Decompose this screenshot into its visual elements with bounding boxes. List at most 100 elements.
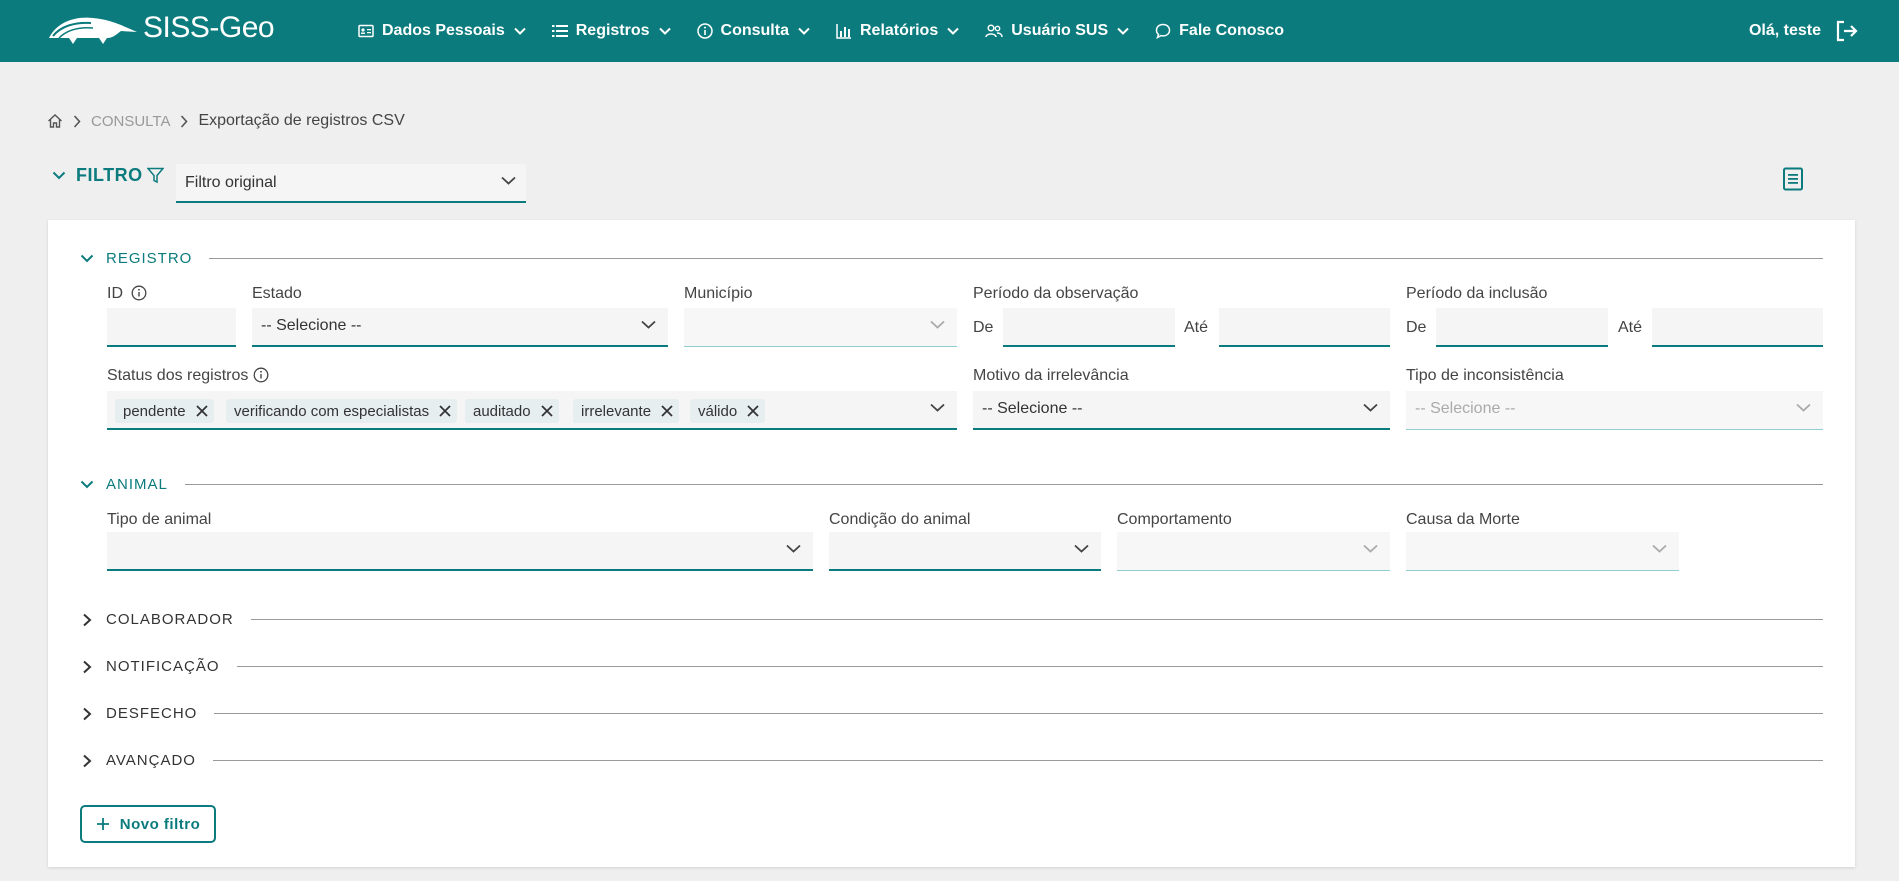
close-icon[interactable] [747, 405, 759, 417]
municipio-label: Município [684, 285, 753, 302]
chip-label: válido [698, 402, 738, 420]
brand-logo[interactable]: SISS-Geo [47, 10, 275, 46]
nav-fale-conosco[interactable]: Fale Conosco [1155, 22, 1284, 40]
tipo-inconsistencia-select[interactable]: -- Selecione -- [1406, 391, 1823, 430]
chevron-right-icon [83, 613, 92, 626]
user-greeting: Olá, teste [1748, 22, 1821, 39]
saved-filter-select[interactable]: Filtro original [176, 164, 526, 203]
logout-icon[interactable] [1835, 20, 1859, 42]
chevron-down-icon [1117, 27, 1129, 35]
filter-title: FILTRO [76, 165, 143, 185]
chevron-down-icon [786, 544, 801, 553]
section-avancado[interactable]: AVANÇADO [80, 752, 1823, 769]
section-divider [209, 258, 1823, 259]
status-chip: pendente [115, 399, 214, 423]
nav-label: Dados Pessoais [382, 22, 505, 39]
document-list-icon[interactable] [1782, 167, 1804, 191]
nav-usuario-sus[interactable]: Usuário SUS [985, 22, 1129, 40]
chevron-down-icon [1652, 544, 1667, 553]
section-notificacao[interactable]: NOTIFICAÇÃO [80, 658, 1823, 675]
home-icon[interactable] [47, 113, 63, 129]
chip-label: auditado [473, 402, 531, 420]
nav-registros[interactable]: Registros [551, 22, 671, 40]
section-divider [184, 484, 1823, 485]
tipo-inconsistencia-label: Tipo de inconsistência [1406, 367, 1564, 384]
nav-consulta[interactable]: Consulta [696, 22, 810, 40]
top-navbar: SISS-Geo Dados Pessoais Registros Consul… [0, 0, 1899, 62]
ate-label: Até [1184, 319, 1209, 336]
brand-name: SISS-Geo [143, 11, 275, 44]
section-divider [212, 760, 1823, 761]
chevron-down-icon [80, 254, 94, 263]
filter-header[interactable]: FILTRO [52, 165, 164, 186]
condicao-animal-label: Condição do animal [829, 511, 971, 528]
nav-label: Usuário SUS [1011, 22, 1109, 39]
section-title: REGISTRO [106, 250, 193, 267]
saved-filter-value: Filtro original [185, 173, 277, 191]
de-label: De [1406, 319, 1427, 336]
new-filter-button[interactable]: Novo filtro [80, 805, 216, 843]
section-title: COLABORADOR [106, 611, 234, 628]
status-chip: irrelevante [573, 399, 680, 423]
funnel-icon [146, 167, 164, 184]
section-registro[interactable]: REGISTRO [80, 250, 1823, 267]
nav-relatorios[interactable]: Relatórios [836, 22, 959, 40]
estado-label: Estado [252, 285, 302, 302]
close-icon[interactable] [439, 405, 451, 417]
plus-icon [96, 818, 109, 830]
chevron-right-icon [83, 707, 92, 720]
section-divider [250, 619, 1823, 620]
chevron-down-icon [658, 27, 671, 35]
condicao-animal-select[interactable] [829, 532, 1101, 571]
observacao-start-input[interactable] [1003, 308, 1175, 347]
bar-chart-icon [836, 24, 851, 39]
section-desfecho[interactable]: DESFECHO [80, 705, 1823, 722]
section-title: NOTIFICAÇÃO [106, 658, 220, 675]
causa-morte-select[interactable] [1406, 532, 1679, 571]
chevron-down-icon [930, 403, 945, 412]
section-animal[interactable]: ANIMAL [80, 476, 1823, 493]
tipo-animal-label: Tipo de animal [107, 511, 212, 528]
id-input[interactable] [107, 308, 236, 347]
chevron-down-icon [1363, 403, 1378, 412]
breadcrumb-current: Exportação de registros CSV [198, 112, 405, 129]
info-icon[interactable] [253, 367, 269, 383]
close-icon[interactable] [195, 405, 208, 417]
inclusao-end-input[interactable] [1652, 308, 1823, 347]
tipo-animal-select[interactable] [107, 532, 813, 571]
section-title: AVANÇADO [106, 752, 196, 769]
info-icon[interactable] [131, 285, 147, 301]
nav-label: Registros [575, 22, 650, 39]
close-icon[interactable] [661, 405, 673, 417]
status-chip: válido [690, 399, 766, 423]
periodo-inclusao-label: Período da inclusão [1406, 285, 1548, 302]
inclusao-start-input[interactable] [1436, 308, 1608, 347]
observacao-end-input[interactable] [1219, 308, 1390, 347]
chevron-down-icon [80, 480, 94, 489]
chevron-down-icon [947, 27, 959, 35]
info-icon [696, 23, 713, 39]
motivo-select[interactable]: -- Selecione -- [973, 391, 1390, 430]
causa-morte-label: Causa da Morte [1406, 511, 1520, 528]
nav-dados-pessoais[interactable]: Dados Pessoais [358, 22, 526, 40]
chevron-right-icon [181, 114, 189, 128]
close-icon[interactable] [540, 405, 553, 417]
tipo-inconsistencia-value: -- Selecione -- [1415, 400, 1516, 417]
chevron-down-icon[interactable] [52, 171, 66, 180]
new-filter-label: Novo filtro [119, 815, 201, 833]
user-area: Olá, teste [1749, 0, 1859, 62]
id-label: ID [107, 285, 123, 302]
comportamento-select[interactable] [1117, 532, 1390, 571]
section-divider [214, 713, 1823, 714]
breadcrumb-consulta[interactable]: CONSULTA [91, 113, 170, 130]
section-colaborador[interactable]: COLABORADOR [80, 611, 1823, 628]
section-title: ANIMAL [106, 476, 168, 493]
chip-label: verificando com especialistas [234, 402, 430, 420]
status-label: Status dos registros [107, 367, 249, 384]
chevron-right-icon [73, 114, 81, 128]
chevron-down-icon [798, 27, 810, 35]
estado-select[interactable]: -- Selecione -- [252, 308, 668, 347]
de-label: De [973, 319, 994, 336]
municipio-select[interactable] [684, 308, 957, 347]
chip-label: irrelevante [581, 402, 652, 420]
